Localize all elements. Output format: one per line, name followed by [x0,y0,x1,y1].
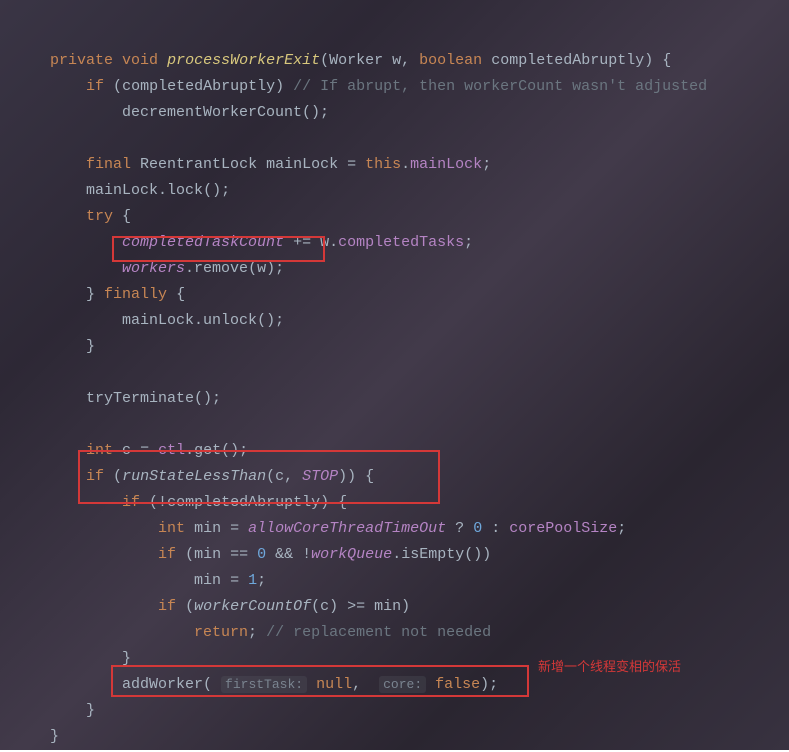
keyword-if: if [86,78,104,95]
keyword-private: private [50,52,113,69]
keyword-void: void [122,52,158,69]
keyword-boolean: boolean [419,52,482,69]
annotation-text: 新增一个线程变相的保活 [538,654,681,680]
method-name: processWorkerExit [167,52,320,69]
keyword-final: final [86,156,131,173]
comment: // If abrupt, then workerCount wasn't ad… [293,78,707,95]
keyword-return: return [194,624,248,641]
keyword-try: try [86,208,113,225]
code-block: private void processWorkerExit(Worker w,… [0,0,789,750]
highlight-box-1 [112,236,325,262]
type-worker: Worker [329,52,383,69]
highlight-box-2 [78,450,440,504]
keyword-finally: finally [104,286,167,303]
keyword-this: this [365,156,401,173]
highlight-box-3 [111,665,529,697]
